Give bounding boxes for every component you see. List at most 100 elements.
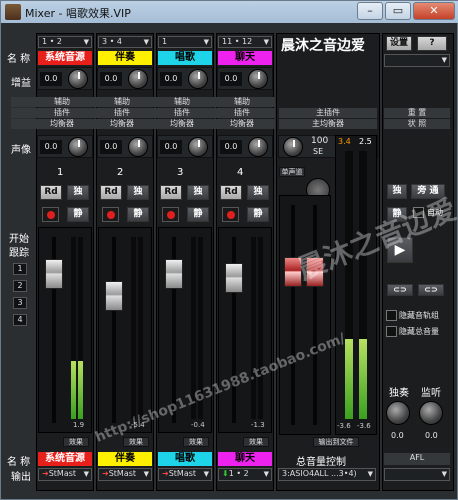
hide-volume-checkbox[interactable]: [386, 326, 397, 337]
input-select-1[interactable]: 1 • 2 ▼: [38, 36, 92, 48]
master-se-label: SE: [313, 147, 324, 156]
channel-name-3[interactable]: 唱歌: [158, 51, 212, 65]
maximize-button[interactable]: ▭: [385, 2, 411, 20]
afl-button[interactable]: AFL: [384, 453, 450, 465]
gain-control-1[interactable]: 0.0: [37, 67, 93, 90]
master-low-r: -3.6: [357, 422, 371, 430]
read-button-2[interactable]: Rd: [100, 185, 122, 200]
master-pan-knob[interactable]: [283, 137, 303, 157]
meter-fill-1: [71, 360, 76, 419]
reset-button[interactable]: 重 置: [384, 108, 450, 118]
name-label: 名 称: [7, 54, 31, 65]
snapshot-button[interactable]: 状 照: [384, 119, 450, 129]
track-button-2[interactable]: 2: [13, 280, 27, 292]
pan-knob-4[interactable]: [248, 137, 268, 157]
output-to-file-button[interactable]: 输出到文件: [313, 437, 359, 447]
settings-button[interactable]: 设置: [386, 36, 412, 51]
pan-knob-3[interactable]: [188, 137, 208, 157]
solo-button-3[interactable]: 独: [187, 185, 209, 200]
mute-button-3[interactable]: 静: [187, 207, 209, 222]
close-button[interactable]: ✕: [413, 2, 455, 20]
channel-number-3: 3: [177, 167, 184, 178]
record-button-1[interactable]: [42, 207, 59, 222]
solo-button-2[interactable]: 独: [127, 185, 149, 200]
fader-handle-4[interactable]: [225, 263, 243, 293]
gain-control-4[interactable]: 0.0: [217, 67, 273, 90]
fx-button-2[interactable]: 效果: [123, 437, 149, 447]
gain-knob-3[interactable]: [188, 69, 208, 89]
monitor-level-knob[interactable]: [419, 401, 443, 425]
link-button-1[interactable]: ⊂⊃: [387, 284, 413, 296]
track-button-3[interactable]: 3: [13, 297, 27, 309]
bottom-channel-name-4: 聊天: [218, 452, 272, 466]
pan-control-3[interactable]: 0.0: [157, 135, 213, 158]
read-button-4[interactable]: Rd: [220, 185, 242, 200]
record-button-4[interactable]: [222, 207, 239, 222]
fx-button-4[interactable]: 效果: [243, 437, 269, 447]
pan-knob-2[interactable]: [128, 137, 148, 157]
input-select-4[interactable]: 11 • 12 ▼: [218, 36, 272, 48]
record-button-3[interactable]: [162, 207, 179, 222]
input-select-2[interactable]: 3 • 4 ▼: [98, 36, 152, 48]
eq-button-1[interactable]: 均衡器: [37, 119, 87, 129]
insert-button-2[interactable]: 插件: [97, 108, 147, 118]
level-meter-2b: [138, 237, 143, 419]
channel-name-1[interactable]: 系统音源: [38, 51, 92, 65]
read-button-1[interactable]: Rd: [40, 185, 62, 200]
output-select-3[interactable]: ➜StMast ▼: [158, 468, 212, 481]
insert-button-1[interactable]: 插件: [37, 108, 87, 118]
aux-button-3[interactable]: 辅助: [157, 97, 207, 107]
aux-button-1[interactable]: 辅助: [37, 97, 87, 107]
solo-button-1[interactable]: 独: [67, 185, 89, 200]
aux-button-2[interactable]: 辅助: [97, 97, 147, 107]
mono-button[interactable]: 单声道: [279, 167, 305, 177]
output-select-1[interactable]: ➜StMast ▼: [38, 468, 92, 481]
master-output-select[interactable]: 3:ASIO4ALL ...3•4) ▼: [278, 468, 376, 481]
mute-button-1[interactable]: 静: [67, 207, 89, 222]
minimize-button[interactable]: –: [357, 2, 383, 20]
gain-knob-2[interactable]: [128, 69, 148, 89]
track-button-4[interactable]: 4: [13, 314, 27, 326]
pan-control-1[interactable]: 0.0: [37, 135, 93, 158]
eq-button-2[interactable]: 均衡器: [97, 119, 147, 129]
pan-control-4[interactable]: 0.0: [217, 135, 273, 158]
channel-name-4[interactable]: 聊天: [218, 51, 272, 65]
gain-knob-1[interactable]: [68, 69, 88, 89]
afl-output-select[interactable]: ▼: [384, 468, 450, 481]
help-button[interactable]: ?: [417, 36, 447, 51]
aux-button-4[interactable]: 辅助: [217, 97, 267, 107]
mute-button-4[interactable]: 静: [247, 207, 269, 222]
channel-name-2[interactable]: 伴奏: [98, 51, 152, 65]
record-button-2[interactable]: [102, 207, 119, 222]
fader-handle-1[interactable]: [45, 259, 63, 289]
preset-select[interactable]: ▼: [384, 54, 450, 67]
gain-control-3[interactable]: 0.0: [157, 67, 213, 90]
master-solo-button[interactable]: 独: [387, 184, 407, 199]
solo-button-4[interactable]: 独: [247, 185, 269, 200]
fx-button-1[interactable]: 效果: [63, 437, 89, 447]
read-button-3[interactable]: Rd: [160, 185, 182, 200]
solo-level-label: 独奏: [389, 388, 409, 399]
hide-tracks-checkbox[interactable]: [386, 310, 397, 321]
insert-button-4[interactable]: 插件: [217, 108, 267, 118]
solo-level-knob[interactable]: [386, 401, 410, 425]
eq-button-4[interactable]: 均衡器: [217, 119, 267, 129]
output-select-4[interactable]: ⬇1 • 2 ▼: [218, 468, 272, 481]
pan-knob-1[interactable]: [68, 137, 88, 157]
gain-knob-4[interactable]: [248, 69, 268, 89]
master-eq-button[interactable]: 主均衡器: [279, 119, 377, 129]
pan-control-2[interactable]: 0.0: [97, 135, 153, 158]
eq-button-3[interactable]: 均衡器: [157, 119, 207, 129]
track-button-1[interactable]: 1: [13, 263, 27, 275]
mute-button-2[interactable]: 静: [127, 207, 149, 222]
bottom-channel-name-3: 唱歌: [158, 452, 212, 466]
output-select-2[interactable]: ➜StMast ▼: [98, 468, 152, 481]
master-aux-button[interactable]: 主插件: [279, 108, 377, 118]
fader-handle-3[interactable]: [165, 259, 183, 289]
input-select-3[interactable]: 1 ▼: [158, 36, 212, 48]
insert-button-3[interactable]: 插件: [157, 108, 207, 118]
fader-handle-2[interactable]: [105, 281, 123, 311]
link-button-2[interactable]: ⊂⊃: [418, 284, 444, 296]
fx-button-3[interactable]: 效果: [183, 437, 209, 447]
gain-control-2[interactable]: 0.0: [97, 67, 153, 90]
